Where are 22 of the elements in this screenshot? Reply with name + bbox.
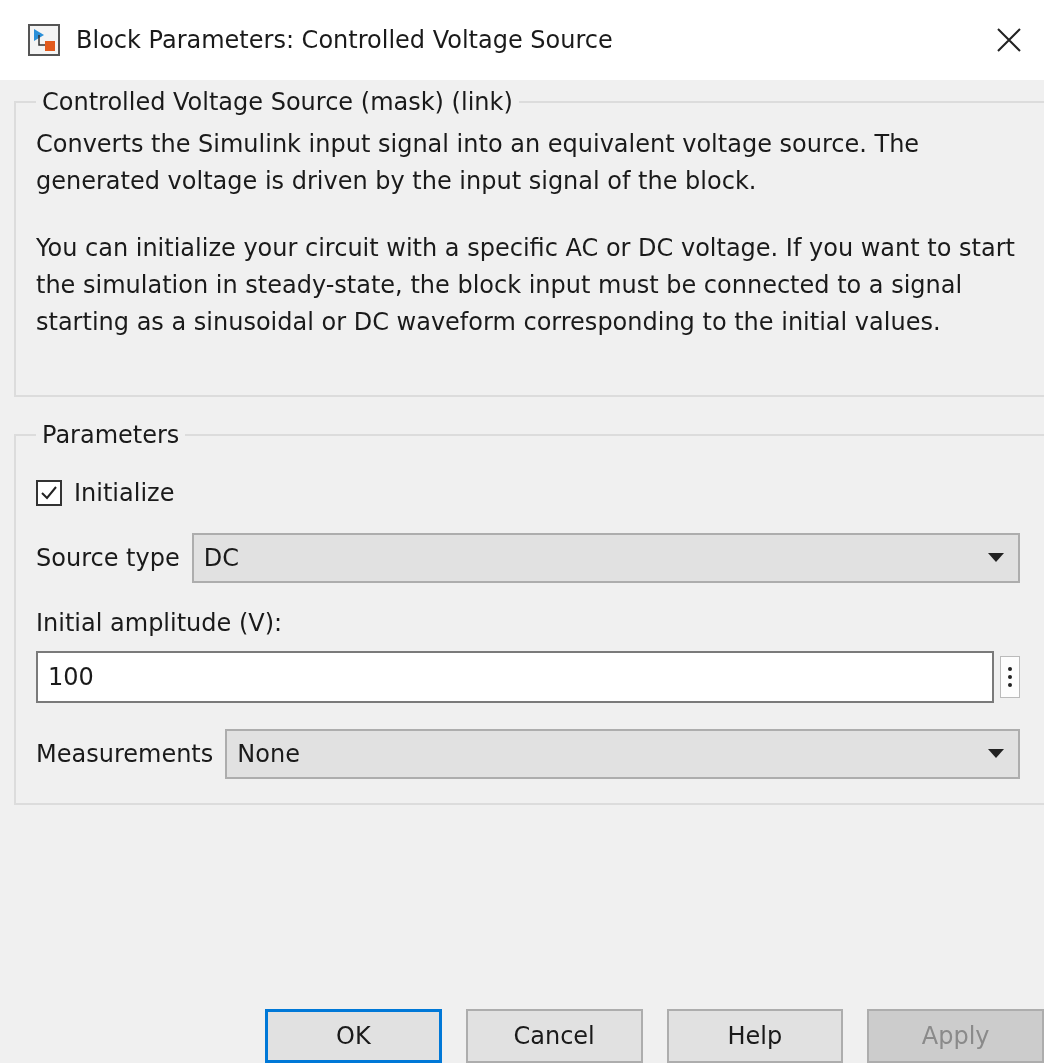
field-label: Measurements [36, 740, 214, 768]
field-label: Source type [36, 544, 180, 572]
dialog-button[interactable]: Cancel [465, 1009, 643, 1063]
checkbox-label: Initialize [74, 479, 175, 507]
block-icon [28, 24, 60, 56]
window-title: Block Parameters: Controlled Voltage Source [76, 26, 614, 54]
more-options-icon[interactable] [1000, 656, 1020, 698]
group-title: Parameters [41, 421, 181, 449]
dropdown[interactable]: None [225, 729, 1020, 779]
checkbox[interactable] [36, 480, 62, 506]
description-text: You can initialize your circuit with a specific AC or DC voltage. If you want to start the simulation in steady-state, the block input must be connected to a signal starting as a sinusoidal or DC waveform corresponding to the initial values. [36, 233, 1016, 338]
description-text: Converts the Simulink input signal into an equivalent voltage source. The generated voltage is driven by the input signal of the block. [36, 129, 921, 197]
caret-icon [988, 749, 1004, 759]
dialog-button[interactable]: OK [265, 1009, 442, 1063]
checkmark-icon [40, 485, 58, 501]
dropdown[interactable]: DC [191, 533, 1020, 583]
field-label: Initial amplitude (V): [36, 609, 283, 637]
group-title: Controlled Voltage Source (mask) (link) [41, 88, 514, 116]
caret-icon [988, 553, 1004, 563]
input-field[interactable]: 100 [36, 651, 994, 703]
close-icon[interactable] [996, 27, 1022, 53]
dialog-button[interactable]: Help [666, 1009, 844, 1063]
